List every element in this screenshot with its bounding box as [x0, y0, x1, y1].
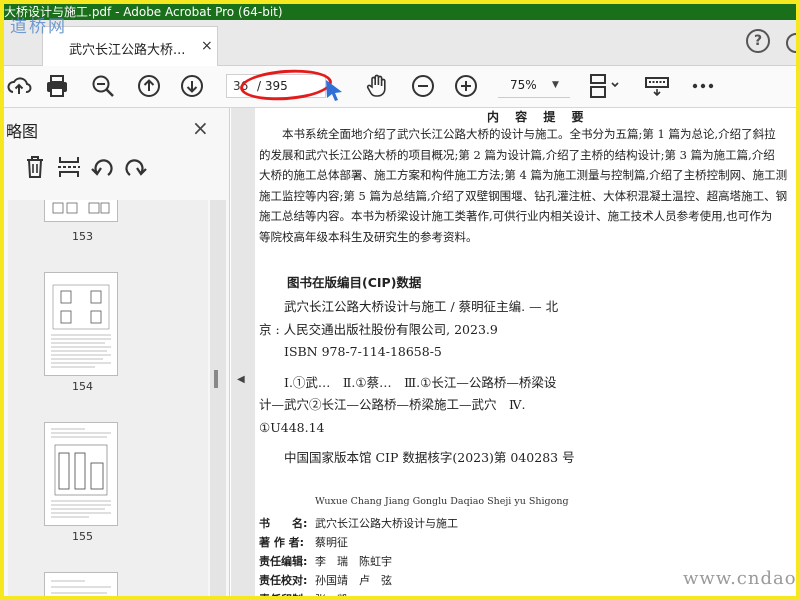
cip-line: 计—武穴②长江—公路桥—桥梁施工—武穴 Ⅳ. — [259, 397, 526, 412]
page-heading: 内 容 提 要 — [487, 110, 590, 124]
tab-close-icon[interactable]: × — [201, 38, 213, 54]
zoom-search-icon[interactable] — [88, 71, 118, 101]
thumbnail-list[interactable]: 153 154 155 — [8, 200, 208, 596]
paragraph-line: 等院校高年级本科生及研究生的参考资料。 — [259, 229, 478, 244]
site-watermark: 道桥网 — [10, 17, 67, 37]
credits-block: 书 名: 武穴长江公路大桥设计与施工 著 作 者: 蔡明征 责任编辑: 李 瑞 陈虹宇… — [259, 514, 458, 596]
cip-line: Ⅰ.①武… Ⅱ.①蔡… Ⅲ.①长江—公路桥—桥梁设 — [259, 374, 557, 390]
thumbnail-page-number: 154 — [72, 380, 93, 393]
insert-page-icon[interactable] — [56, 154, 82, 182]
cip-line: ①U448.14 — [259, 419, 325, 435]
pdf-page: 内 容 提 要 本书系统全面地介绍了武穴长江公路大桥的设计与施工。全书分为五篇;… — [255, 108, 796, 596]
credit-key: 责任编辑: — [259, 555, 308, 568]
cip-heading: 图书在版编目(CIP)数据 — [287, 275, 422, 290]
credit-row: 责任印制:张 凯 — [259, 590, 458, 596]
trash-icon[interactable] — [24, 154, 50, 182]
hand-icon[interactable] — [362, 71, 392, 101]
credit-value: 李 瑞 陈虹宇 — [315, 555, 392, 568]
undo-icon[interactable] — [90, 154, 116, 182]
document-tab[interactable]: 武穴长江公路大桥... × — [42, 26, 218, 67]
credit-key: 责任校对: — [259, 574, 308, 587]
panel-resize-handle[interactable] — [214, 370, 218, 388]
cip-line: 中国国家版本馆 CIP 数据核字(2023)第 040283 号 — [259, 450, 575, 465]
keyboard-icon[interactable] — [642, 71, 672, 101]
collapse-strip: ◀ — [231, 108, 255, 596]
paragraph-line: 的发展和武穴长江公路大桥的项目概况;第 2 篇为设计篇,介绍了主桥的结构设计;第… — [259, 147, 775, 162]
toolbar: 36 / 395 75% ▼ — [4, 66, 796, 108]
romanized-title: Wuxue Chang Jiang Gonglu Daqiao Sheji yu… — [315, 496, 569, 507]
credit-value: 张 凯 — [315, 593, 348, 596]
app-window: 大桥设计与施工.pdf - Adobe Acrobat Pro (64-bit)… — [4, 4, 796, 596]
cip-line: 京 : 人民交通出版社股份有限公司, 2023.9 — [259, 321, 498, 337]
page-thumbnail[interactable] — [44, 272, 118, 376]
page-up-icon[interactable] — [134, 71, 164, 101]
credit-key: 责任印制: — [259, 590, 315, 596]
page-layout-icon[interactable] — [586, 71, 626, 101]
paragraph-line: 大桥的施工总体部署、施工方案和构件施工方法;第 4 篇为施工测量与控制篇,介绍了… — [259, 168, 788, 182]
cursor-icon — [320, 76, 350, 106]
redo-icon[interactable] — [122, 154, 148, 182]
credit-row: 著 作 者: 蔡明征 — [259, 533, 458, 552]
credit-key: 书 名: — [259, 517, 308, 530]
paragraph-line: 本书系统全面地介绍了武穴长江公路大桥的设计与施工。全书分为五篇;第 1 篇为总论… — [259, 127, 776, 141]
paragraph-line: 施工监控等内容;第 5 篇为总结篇,介绍了双壁钢围堰、钻孔灌注桩、大体积混凝土温… — [259, 188, 788, 203]
thumbnail-scrollbar[interactable] — [210, 200, 226, 596]
page-thumbnail[interactable] — [44, 200, 118, 222]
print-icon[interactable] — [42, 71, 72, 101]
document-view[interactable]: ◀ 内 容 提 要 本书系统全面地介绍了武穴长江公路大桥的设计与施工。全书分为五… — [231, 108, 796, 596]
paragraph-line: 施工总结等内容。本书为桥梁设计施工类著作,可供行业内相关设计、施工技术人员参考使… — [259, 209, 773, 223]
credit-value: 蔡明征 — [315, 536, 348, 549]
page-thumbnail[interactable] — [44, 572, 118, 596]
zoom-value: 75% — [510, 78, 537, 92]
summary-paragraph: 本书系统全面地介绍了武穴长江公路大桥的设计与施工。全书分为五篇;第 1 篇为总论… — [259, 124, 796, 247]
collapse-panel-icon[interactable]: ◀ — [237, 374, 245, 385]
panel-close-icon[interactable]: × — [192, 116, 209, 140]
title-bar: 大桥设计与施工.pdf - Adobe Acrobat Pro (64-bit) — [4, 4, 796, 20]
credit-value: 武穴长江公路大桥设计与施工 — [315, 517, 458, 530]
zoom-in-icon[interactable] — [451, 71, 481, 101]
page-thumbnail[interactable] — [44, 422, 118, 526]
credit-row: 责任校对: 孙国靖 卢 弦 — [259, 571, 458, 590]
document-tab-label: 武穴长江公路大桥... — [69, 43, 186, 58]
credit-key: 著 作 者: — [259, 536, 305, 549]
more-icon[interactable] — [688, 71, 718, 101]
zoom-out-icon[interactable] — [408, 71, 438, 101]
help-icon[interactable]: ? — [746, 29, 770, 53]
cip-line: 武穴长江公路大桥设计与施工 / 蔡明征主编. — 北 — [259, 299, 559, 314]
cip-line: ISBN 978-7-114-18658-5 — [259, 344, 442, 359]
credit-row: 责任编辑: 李 瑞 陈虹宇 — [259, 552, 458, 571]
page-down-icon[interactable] — [177, 71, 207, 101]
sign-in-icon[interactable] — [786, 30, 796, 56]
panel-title: 略图 — [6, 122, 39, 141]
corner-watermark: www.cndao.com — [683, 568, 796, 589]
thumbnail-panel: 略图 × 153 154 155 — [4, 108, 230, 596]
upload-icon[interactable] — [4, 71, 34, 101]
credit-row: 书 名: 武穴长江公路大桥设计与施工 — [259, 514, 458, 533]
home-tab-stub[interactable] — [4, 34, 34, 66]
zoom-select[interactable]: 75% ▼ — [498, 74, 570, 98]
tab-bar: 武穴长江公路大桥... × ? — [4, 20, 796, 67]
chevron-down-icon: ▼ — [552, 80, 559, 90]
cip-block: 武穴长江公路大桥设计与施工 / 蔡明征主编. — 北 京 : 人民交通出版社股份… — [259, 296, 575, 470]
thumbnail-page-number: 153 — [72, 230, 93, 243]
thumbnail-page-number: 155 — [72, 530, 93, 543]
credit-value: 孙国靖 卢 弦 — [315, 574, 392, 587]
